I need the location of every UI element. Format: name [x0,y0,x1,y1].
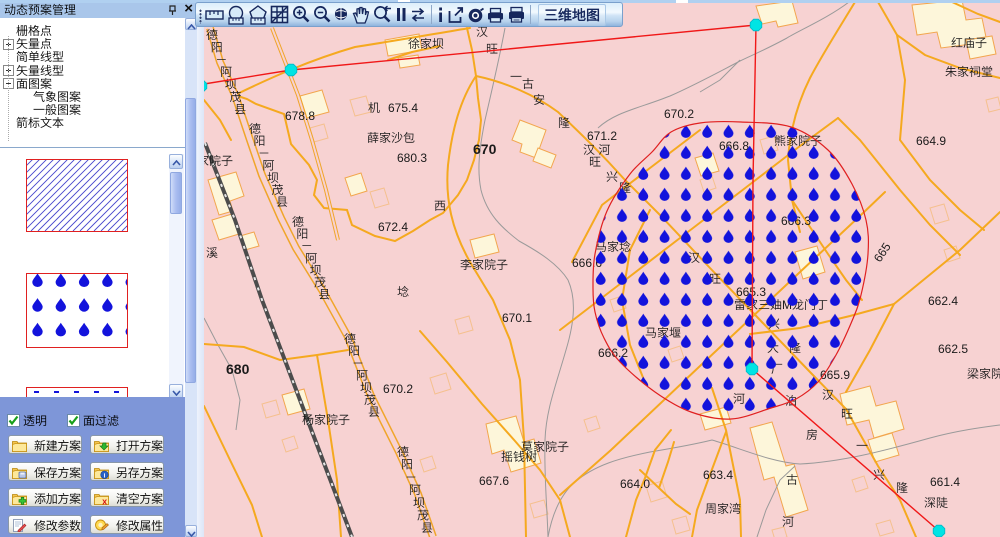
svg-text:662.4: 662.4 [928,292,958,309]
svg-text:664.0: 664.0 [620,475,650,492]
svg-text:隆: 隆 [896,479,908,496]
svg-text:深陡: 深陡 [924,494,948,511]
svg-text:县: 县 [276,193,288,210]
svg-text:薛家沙包: 薛家沙包 [367,129,415,146]
svg-text:670.2: 670.2 [383,380,413,397]
svg-text:房: 房 [806,426,818,443]
svg-text:隆: 隆 [558,114,570,131]
svg-text:红庙子: 红庙子 [951,34,987,51]
svg-text:西: 西 [434,197,446,214]
svg-text:x: x [102,495,107,505]
svg-text:680.3: 680.3 [397,149,427,166]
svg-text:672.4: 672.4 [378,218,408,235]
svg-text:古: 古 [786,471,798,488]
svg-text:一: 一 [510,68,522,85]
svg-text:678.8: 678.8 [285,107,315,124]
svg-text:县: 县 [368,403,380,420]
svg-text:675.4: 675.4 [388,99,418,116]
svg-text:河: 河 [782,513,794,530]
svg-text:670.1: 670.1 [502,309,532,326]
svg-text:摇钱树: 摇钱树 [501,448,537,465]
svg-text:670.2: 670.2 [664,105,694,122]
svg-text:周家湾: 周家湾 [705,500,741,517]
svg-text:旺: 旺 [841,405,853,422]
svg-text:664.9: 664.9 [916,132,946,149]
svg-text:李家院子: 李家院子 [460,256,508,273]
svg-text:杨家院子: 杨家院子 [302,411,350,428]
svg-text:一: 一 [856,437,868,454]
svg-text:徐家坝: 徐家坝 [408,35,444,52]
svg-text:埝: 埝 [397,283,409,300]
svg-text:680: 680 [226,359,250,379]
svg-text:县: 县 [234,100,246,117]
svg-text:梁家院: 梁家院 [967,365,1000,382]
svg-text:旺: 旺 [589,153,601,170]
svg-text:溪: 溪 [206,244,218,261]
svg-text:661.4: 661.4 [930,473,960,490]
svg-text:667.6: 667.6 [479,472,509,489]
svg-text:662.5: 662.5 [938,340,968,357]
svg-text:机: 机 [368,99,380,116]
svg-text:县: 县 [318,286,330,303]
svg-text:汉: 汉 [822,386,834,403]
svg-text:旺: 旺 [486,40,498,57]
svg-text:670: 670 [473,139,497,159]
svg-text:县: 县 [421,519,433,536]
svg-text:家院子: 家院子 [204,152,233,169]
svg-text:兴: 兴 [606,168,618,185]
svg-text:安: 安 [533,91,545,108]
svg-text:古: 古 [522,75,534,92]
svg-text:朱家祠堂: 朱家祠堂 [945,63,993,80]
svg-text:663.4: 663.4 [703,466,733,483]
svg-text:i: i [104,469,106,479]
